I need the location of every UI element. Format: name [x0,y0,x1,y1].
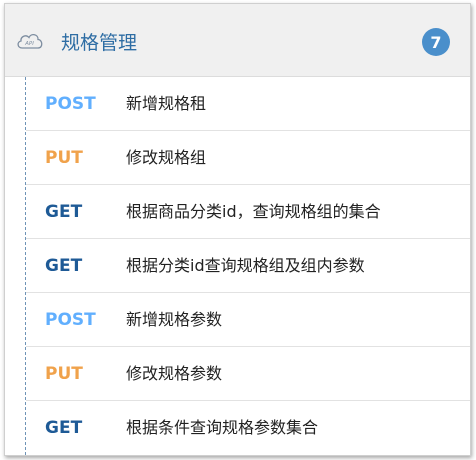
http-method-label: GET [45,202,83,222]
http-method-label: PUT [45,148,83,168]
api-group-header[interactable]: API 规格管理 7 [5,4,470,77]
api-group-title: 规格管理 [61,32,138,54]
http-method-label: GET [45,418,83,438]
endpoint-row[interactable]: PUT 修改规格参数 [26,347,470,401]
cloud-api-icon: API [17,34,43,49]
endpoint-list: POST 新增规格租 PUT 修改规格组 GET 根据商品分类id，查询规格组的… [26,77,470,455]
endpoint-row[interactable]: GET 根据条件查询规格参数集合 [26,401,470,455]
endpoint-summary: 根据条件查询规格参数集合 [126,418,319,437]
endpoint-summary: 新增规格参数 [126,310,223,329]
api-group-panel: API 规格管理 7 POST 新增规格租 PUT 修改规格组 GET 根据商品… [4,3,471,456]
endpoint-summary: 修改规格参数 [126,364,223,383]
http-method-label: POST [45,94,96,114]
endpoint-summary: 根据分类id查询规格组及组内参数 [126,256,365,275]
endpoint-summary: 新增规格租 [126,94,207,113]
endpoint-row[interactable]: PUT 修改规格组 [26,131,470,185]
endpoint-row[interactable]: GET 根据分类id查询规格组及组内参数 [26,239,470,293]
endpoint-row[interactable]: GET 根据商品分类id，查询规格组的集合 [26,185,470,239]
endpoint-count-badge: 7 [422,28,450,56]
http-method-label: POST [45,310,96,330]
endpoint-summary: 根据商品分类id，查询规格组的集合 [126,202,381,221]
http-method-label: GET [45,256,83,276]
endpoint-row[interactable]: POST 新增规格参数 [26,293,470,347]
http-method-label: PUT [45,364,83,384]
endpoint-summary: 修改规格组 [126,148,207,167]
endpoint-row[interactable]: POST 新增规格租 [26,77,470,131]
cloud-icon-text: API [24,41,34,47]
